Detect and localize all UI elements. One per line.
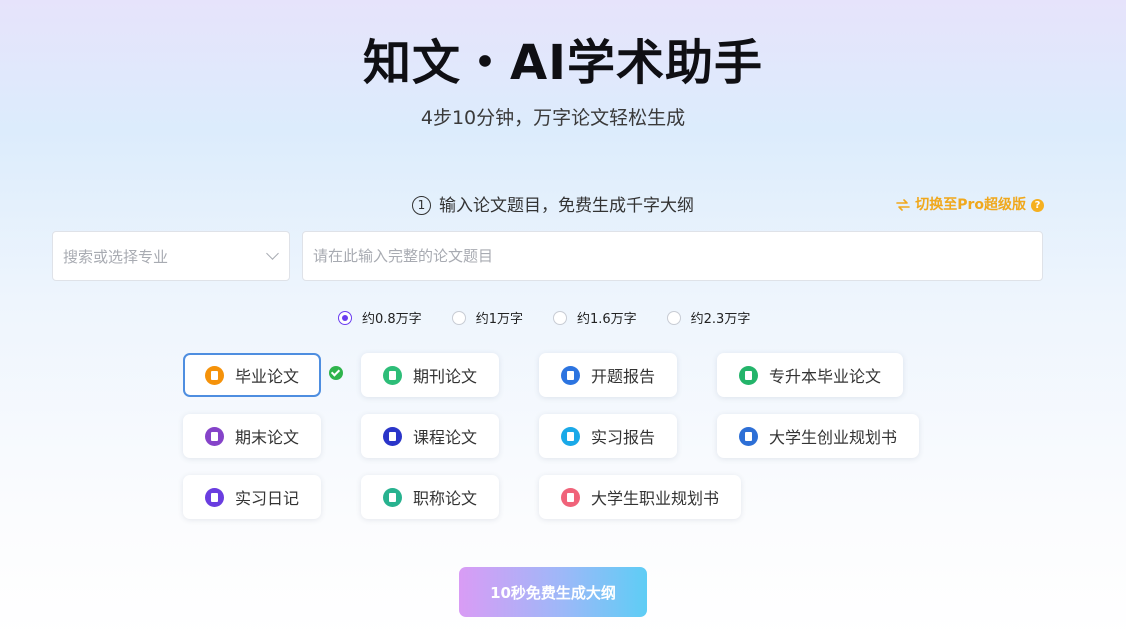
word-count-label: 约2.3万字 (690, 312, 751, 327)
pro-switch-label: 切换至Pro超级版 (915, 197, 1026, 213)
paper-type-final[interactable]: 期末论文 (183, 414, 321, 458)
book-icon (205, 365, 224, 385)
word-count-option[interactable]: 约1万字 (451, 308, 523, 327)
paper-title-input[interactable] (302, 231, 1043, 281)
paper-type-professional-title[interactable]: 职称论文 (361, 475, 499, 519)
journal-icon (383, 365, 402, 385)
page-title: 知文・AI学术助手 (362, 35, 763, 91)
word-count-option[interactable]: 约0.8万字 (338, 308, 422, 327)
paper-type-journal[interactable]: 期刊论文 (361, 353, 499, 397)
course-icon (383, 426, 402, 446)
paper-type-graduation[interactable]: 毕业论文 (183, 353, 321, 397)
paper-type-upgrade-graduation[interactable]: 专升本毕业论文 (717, 353, 903, 397)
word-count-option[interactable]: 约1.6万字 (552, 308, 637, 327)
word-count-label: 约0.8万字 (362, 312, 422, 327)
paper-type-label: 大学生职业规划书 (591, 489, 720, 508)
paper-type-startup-plan[interactable]: 大学生创业规划书 (717, 414, 919, 458)
paper-type-proposal[interactable]: 开题报告 (539, 353, 677, 397)
report-icon (561, 426, 580, 446)
paper-type-label: 开题报告 (591, 367, 656, 386)
save-icon (561, 365, 580, 385)
paper-type-label: 期末论文 (235, 428, 300, 447)
word-count-label: 约1.6万字 (576, 312, 637, 327)
page-subtitle: 4步10分钟，万字论文轻松生成 (420, 107, 686, 129)
paper-type-label: 毕业论文 (235, 367, 300, 386)
certificate-icon (383, 487, 402, 507)
step-text: 输入论文题目，免费生成千字大纲 (439, 196, 694, 216)
paper-type-label: 课程论文 (413, 428, 478, 447)
chevron-down-icon (266, 247, 279, 260)
word-count-option[interactable]: 约2.3万字 (666, 308, 751, 327)
paper-type-label: 大学生创业规划书 (769, 428, 898, 447)
paper-type-label: 实习报告 (591, 428, 656, 447)
major-select[interactable]: 搜索或选择专业 (52, 231, 290, 281)
paper-type-label: 实习日记 (235, 489, 300, 508)
pro-switch-link[interactable]: 切换至Pro超级版 ? (896, 195, 1044, 215)
paper-type-career-plan[interactable]: 大学生职业规划书 (539, 475, 741, 519)
open-book-icon (739, 365, 758, 385)
check-icon (329, 366, 343, 380)
radio-icon (451, 310, 466, 325)
paper-type-label: 期刊论文 (413, 367, 478, 386)
paper-type-course[interactable]: 课程论文 (361, 414, 499, 458)
paper-type-label: 职称论文 (413, 489, 478, 508)
generate-outline-button[interactable]: 10秒免费生成大纲 (459, 567, 647, 617)
plan-icon (739, 426, 758, 446)
notebook-icon (205, 426, 224, 446)
paper-type-internship-diary[interactable]: 实习日记 (183, 475, 321, 519)
word-count-label: 约1万字 (475, 312, 523, 327)
radio-icon (666, 310, 681, 325)
radio-icon (338, 310, 352, 325)
diary-icon (205, 487, 224, 507)
paper-type-internship-report[interactable]: 实习报告 (539, 414, 677, 458)
major-select-placeholder: 搜索或选择专业 (63, 247, 169, 266)
radio-icon (552, 310, 567, 325)
career-icon (561, 487, 580, 507)
paper-type-label: 专升本毕业论文 (769, 367, 882, 386)
help-icon[interactable]: ? (1031, 198, 1044, 212)
word-count-options: 约0.8万字 约1万字 约1.6万字 约2.3万字 (338, 308, 780, 327)
step-number-icon: 1 (412, 196, 431, 215)
switch-arrows-icon (896, 199, 911, 211)
